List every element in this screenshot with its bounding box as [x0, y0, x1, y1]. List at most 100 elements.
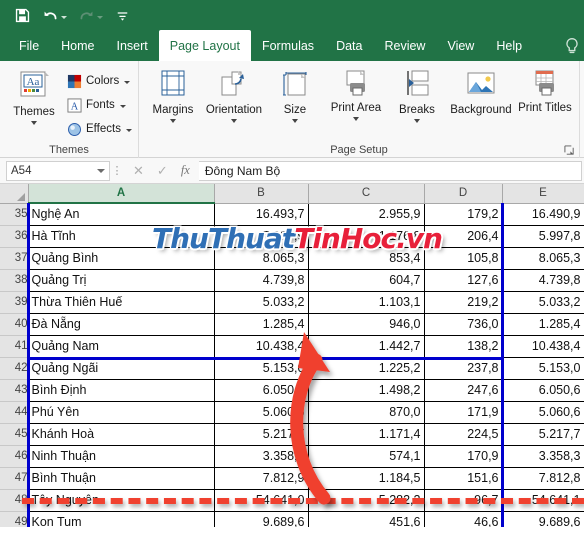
- cell-A49[interactable]: Kon Tum: [27, 511, 215, 527]
- cell-C35[interactable]: 2.955,9: [308, 203, 425, 226]
- cell-E44[interactable]: 5.060,6: [502, 401, 584, 424]
- cell-A37[interactable]: Quảng Bình: [27, 247, 215, 270]
- fx-icon[interactable]: fx: [181, 164, 190, 177]
- undo-dropdown-caret[interactable]: [61, 15, 67, 19]
- cell-D44[interactable]: 171,9: [424, 401, 503, 424]
- cell-A48[interactable]: Tây Nguyên: [27, 489, 215, 512]
- tab-review[interactable]: Review: [373, 30, 436, 61]
- cell-E35[interactable]: 16.490,9: [502, 203, 584, 226]
- row-header-36[interactable]: 36: [0, 225, 29, 248]
- fonts-caret-icon[interactable]: [119, 105, 126, 108]
- formula-input[interactable]: Đông Nam Bộ: [198, 160, 582, 181]
- cell-A46[interactable]: Ninh Thuận: [27, 445, 215, 468]
- row-header-49[interactable]: 49: [0, 511, 29, 527]
- cell-A35[interactable]: Nghệ An: [27, 203, 215, 226]
- cell-E45[interactable]: 5.217,7: [502, 423, 584, 446]
- name-box[interactable]: A54: [6, 160, 110, 181]
- cell-E47[interactable]: 7.812,8: [502, 467, 584, 490]
- cell-B39[interactable]: 5.033,2: [214, 291, 309, 314]
- cell-A39[interactable]: Thừa Thiên Huế: [27, 291, 215, 314]
- cell-B45[interactable]: 5.217,7: [214, 423, 309, 446]
- redo-button[interactable]: [78, 7, 103, 24]
- cell-E43[interactable]: 6.050,6: [502, 379, 584, 402]
- cell-D39[interactable]: 219,2: [424, 291, 503, 314]
- fonts-button[interactable]: A Fonts: [67, 95, 132, 116]
- lightbulb-icon[interactable]: [561, 35, 583, 57]
- cell-C40[interactable]: 946,0: [308, 313, 425, 336]
- cell-E46[interactable]: 3.358,3: [502, 445, 584, 468]
- row-header-41[interactable]: 41: [0, 335, 29, 358]
- cell-B46[interactable]: 3.358,3: [214, 445, 309, 468]
- column-header-b[interactable]: B: [214, 184, 309, 204]
- row-header-48[interactable]: 48: [0, 489, 29, 512]
- column-header-c[interactable]: C: [308, 184, 425, 204]
- row-header-42[interactable]: 42: [0, 357, 29, 380]
- cell-C47[interactable]: 1.184,5: [308, 467, 425, 490]
- row-header-40[interactable]: 40: [0, 313, 29, 336]
- cell-D45[interactable]: 224,5: [424, 423, 503, 446]
- column-header-a[interactable]: A: [28, 184, 215, 204]
- row-header-44[interactable]: 44: [0, 401, 29, 424]
- tab-home[interactable]: Home: [50, 30, 105, 61]
- cell-C45[interactable]: 1.171,4: [308, 423, 425, 446]
- cell-D47[interactable]: 151,6: [424, 467, 503, 490]
- breaks-caret-icon[interactable]: [413, 119, 420, 123]
- cell-E38[interactable]: 4.739,8: [502, 269, 584, 292]
- cell-A40[interactable]: Đà Nẵng: [27, 313, 215, 336]
- cell-C38[interactable]: 604,7: [308, 269, 425, 292]
- background-button[interactable]: Background: [450, 67, 512, 116]
- cell-C37[interactable]: 853,4: [308, 247, 425, 270]
- cell-D36[interactable]: 206,4: [424, 225, 503, 248]
- size-caret-icon[interactable]: [291, 119, 298, 123]
- close-icon[interactable]: ✕: [133, 164, 144, 177]
- cell-D35[interactable]: 179,2: [424, 203, 503, 226]
- cell-A45[interactable]: Khánh Hoà: [27, 423, 215, 446]
- cell-E36[interactable]: 5.997,8: [502, 225, 584, 248]
- cell-C46[interactable]: 574,1: [308, 445, 425, 468]
- cell-E39[interactable]: 5.033,2: [502, 291, 584, 314]
- check-icon[interactable]: ✓: [157, 164, 168, 177]
- row-header-39[interactable]: 39: [0, 291, 29, 314]
- cell-B37[interactable]: 8.065,3: [214, 247, 309, 270]
- cell-D37[interactable]: 105,8: [424, 247, 503, 270]
- cell-B49[interactable]: 9.689,6: [214, 511, 309, 527]
- tab-formulas[interactable]: Formulas: [251, 30, 325, 61]
- colors-caret-icon[interactable]: [124, 81, 131, 84]
- column-header-e[interactable]: E: [502, 184, 584, 204]
- cell-A44[interactable]: Phú Yên: [27, 401, 215, 424]
- cell-D41[interactable]: 138,2: [424, 335, 503, 358]
- cell-E49[interactable]: 9.689,6: [502, 511, 584, 527]
- print-titles-button[interactable]: Print Titles: [517, 67, 573, 114]
- cell-C44[interactable]: 870,0: [308, 401, 425, 424]
- tab-data[interactable]: Data: [325, 30, 373, 61]
- cell-B41[interactable]: 10.438,4: [214, 335, 309, 358]
- customize-quick-access-button[interactable]: [114, 7, 131, 24]
- cell-A38[interactable]: Quảng Trị: [27, 269, 215, 292]
- row-header-43[interactable]: 43: [0, 379, 29, 402]
- row-header-35[interactable]: 35: [0, 203, 29, 226]
- redo-dropdown-caret[interactable]: [97, 15, 103, 19]
- cell-B42[interactable]: 5.153,0: [214, 357, 309, 380]
- margins-button[interactable]: Margins: [145, 67, 201, 123]
- cell-C41[interactable]: 1.442,7: [308, 335, 425, 358]
- row-header-38[interactable]: 38: [0, 269, 29, 292]
- cell-C36[interactable]: 1.176,8: [308, 225, 425, 248]
- size-button[interactable]: Size: [267, 67, 323, 123]
- save-button[interactable]: [14, 7, 31, 24]
- column-header-d[interactable]: D: [424, 184, 503, 204]
- breaks-button[interactable]: Breaks: [389, 67, 445, 123]
- cell-E42[interactable]: 5.153,0: [502, 357, 584, 380]
- cell-D49[interactable]: 46,6: [424, 511, 503, 527]
- cell-B44[interactable]: 5.060,6: [214, 401, 309, 424]
- cell-B47[interactable]: 7.812,9: [214, 467, 309, 490]
- select-all-corner[interactable]: [0, 184, 29, 204]
- page-setup-dialog-launcher[interactable]: [564, 145, 575, 156]
- cell-B35[interactable]: 16.493,7: [214, 203, 309, 226]
- tab-file[interactable]: File: [8, 30, 50, 61]
- name-box-caret-icon[interactable]: [97, 168, 105, 173]
- cell-B36[interactable]: 5.997,9: [214, 225, 309, 248]
- cell-D48[interactable]: 96,7: [424, 489, 503, 512]
- cell-A41[interactable]: Quảng Nam: [27, 335, 215, 358]
- row-header-37[interactable]: 37: [0, 247, 29, 270]
- tab-view[interactable]: View: [436, 30, 485, 61]
